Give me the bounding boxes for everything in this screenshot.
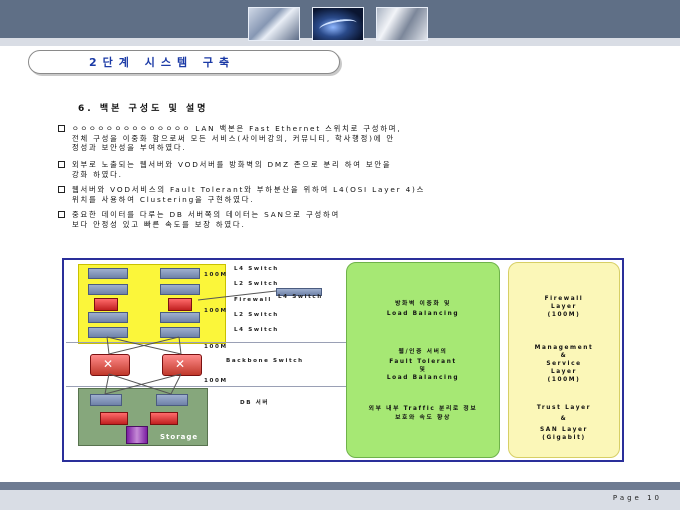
- bullet-line: 중요한 데이터를 다루는 DB 서버쪽의 데이터는 SAN으로 구성하여: [72, 210, 340, 219]
- footer-strip: [0, 482, 680, 490]
- panel-text: 웹/인증 서버의: [398, 349, 448, 355]
- panel-text: &: [560, 353, 568, 359]
- panel-text: Trust Layer: [536, 405, 592, 411]
- connection-lines: [104, 290, 277, 395]
- panel-text: 방화벽 이중화 및: [395, 301, 451, 307]
- panel-text: Load Balancing: [386, 375, 460, 381]
- bullet-line: ㅇㅇㅇㅇㅇㅇㅇㅇㅇㅇㅇㅇㅇㅇ LAN 백본은 Fast Ethernet 스위치…: [72, 124, 402, 133]
- page-number: Page 10: [612, 494, 662, 502]
- bullet-line: 정성과 보안성을 부여하였다.: [72, 143, 187, 152]
- bullet-line: 보다 안정성 있고 빠른 속도를 보장 하였다.: [72, 219, 246, 229]
- header-photo-crowd: [376, 7, 428, 41]
- checkbox-bullet-icon: [58, 186, 65, 193]
- panel-text: Service: [546, 361, 582, 367]
- bullet-line: 위치를 사용하여 Clustering을 구현하였다.: [72, 194, 255, 204]
- footer-bar: [0, 482, 680, 510]
- panel-text: SAN Layer: [540, 427, 588, 433]
- header-bar: [0, 0, 680, 46]
- panel-text: Layer: [551, 304, 577, 310]
- checkbox-bullet-icon: [58, 125, 65, 132]
- panel-text: Layer: [551, 369, 577, 375]
- page-title-banner: 2단계 시스템 구축: [28, 50, 340, 74]
- bullet-line: 강화 하였다.: [72, 169, 123, 179]
- panel-text: Fault Tolerant: [389, 359, 457, 365]
- panel-text: Management: [534, 345, 594, 351]
- panel-text: (Gigabit): [542, 435, 586, 441]
- panel-text: (100M): [547, 377, 581, 383]
- panel-text: (100M): [547, 312, 581, 318]
- header-photo-network: [312, 7, 364, 41]
- checkbox-bullet-icon: [58, 211, 65, 218]
- panel-text: 외부 내부 Traffic 분리로 정보: [368, 406, 478, 412]
- page-title: 2단계 시스템 구축: [89, 56, 236, 69]
- panel-text: 보호와 속도 향상: [395, 415, 451, 421]
- panel-text: &: [560, 416, 568, 422]
- bullet-line: 웹서버와 VOD서비스의 Fault Tolerant와 부하분산을 위하여 L…: [72, 185, 426, 194]
- checkbox-bullet-icon: [58, 161, 65, 168]
- section-heading: 6. 백본 구성도 및 설명: [78, 104, 209, 114]
- backbone-diagram: L4 Switch 100M L2 Switch Firewall L4 Swi…: [62, 258, 624, 462]
- bullet-line: 전체 구성을 이중화 함으로써 모든 서비스(사이버강의, 커뮤니티, 학사행정…: [72, 133, 395, 143]
- green-description-panel: 방화벽 이중화 및 Load Balancing 웹/인증 서버의 Fault …: [346, 262, 500, 458]
- header-photo-office: [248, 7, 300, 41]
- panel-text: Load Balancing: [386, 311, 460, 317]
- panel-text: 및: [419, 367, 427, 373]
- bullet-line: 외부로 노출되는 웹서버와 VOD서버를 방화벽의 DMZ 존으로 분리 하여 …: [72, 160, 392, 169]
- panel-text: Firewall: [544, 296, 584, 302]
- yellow-layer-panel: Firewall Layer (100M) Management & Servi…: [508, 262, 620, 458]
